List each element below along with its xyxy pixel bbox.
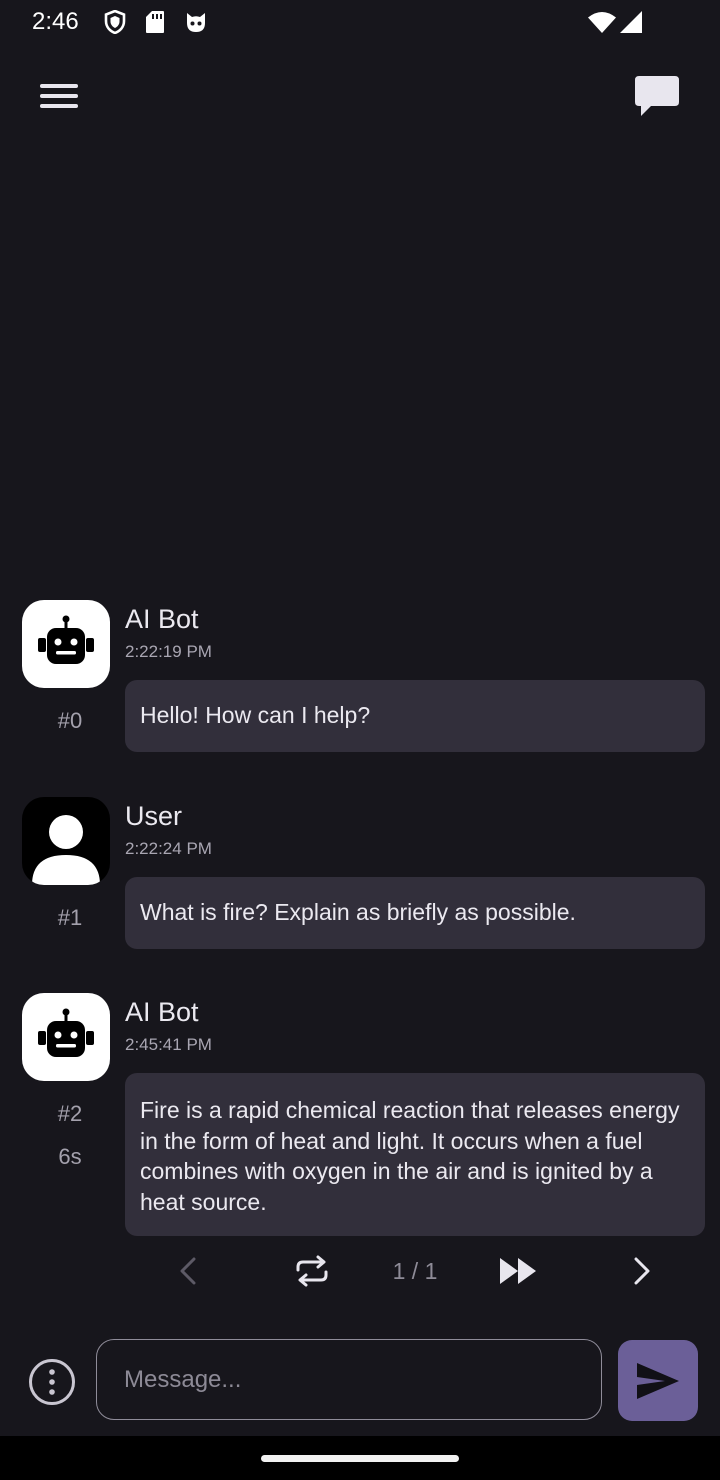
menu-button[interactable] [30,74,88,118]
person-icon [32,815,100,885]
shield-icon [104,10,126,34]
send-icon [637,1362,679,1399]
sender-name: User [125,801,183,831]
sender-name: AI Bot [125,604,199,634]
message-input[interactable] [96,1339,602,1420]
navigation-bar [0,1436,720,1480]
previous-response-button[interactable] [166,1246,210,1296]
sd-card-icon [146,11,164,33]
message-bubble[interactable]: Hello! How can I help? [125,680,705,752]
next-response-button[interactable] [620,1246,664,1296]
sender-name: AI Bot [125,997,199,1027]
status-bar: 2:46 [0,0,720,44]
new-chat-button[interactable] [626,68,688,124]
bot-avatar [22,600,110,688]
message-index: #0 [57,708,83,733]
chat-bubble-icon [635,76,679,116]
user-avatar [22,797,110,885]
signal-icon [620,11,642,33]
send-button[interactable] [618,1340,698,1421]
response-controls: 1 / 1 [0,1246,720,1296]
wifi-icon [588,12,616,33]
regenerate-button[interactable] [288,1246,336,1296]
menu-icon [40,84,78,108]
chevron-left-icon [180,1257,196,1285]
robot-icon [38,1008,94,1057]
message-bubble[interactable]: Fire is a rapid chemical reaction that r… [125,1073,705,1236]
generation-duration: 6s [58,1144,82,1169]
message-index: #1 [57,905,83,930]
response-page-indicator: 1 / 1 [392,1257,438,1284]
chat-screen: 2:46 AI Bot 2:22:19 PM #0 Hello! How can… [0,0,720,1480]
message-timestamp: 2:45:41 PM [125,1035,212,1054]
regenerate-icon [296,1255,328,1287]
continue-button[interactable] [494,1246,542,1296]
cat-icon [187,13,205,32]
status-time: 2:46 [32,8,79,35]
message-timestamp: 2:22:19 PM [125,642,212,661]
robot-icon [38,615,94,664]
home-indicator[interactable] [261,1455,459,1462]
message-index: #2 [57,1101,83,1126]
info-icon [29,1359,75,1405]
info-button[interactable] [26,1356,78,1408]
message-timestamp: 2:22:24 PM [125,839,212,858]
bot-avatar [22,993,110,1081]
chevron-right-icon [634,1257,650,1285]
message-bubble[interactable]: What is fire? Explain as briefly as poss… [125,877,705,949]
fast-forward-icon [500,1258,536,1284]
